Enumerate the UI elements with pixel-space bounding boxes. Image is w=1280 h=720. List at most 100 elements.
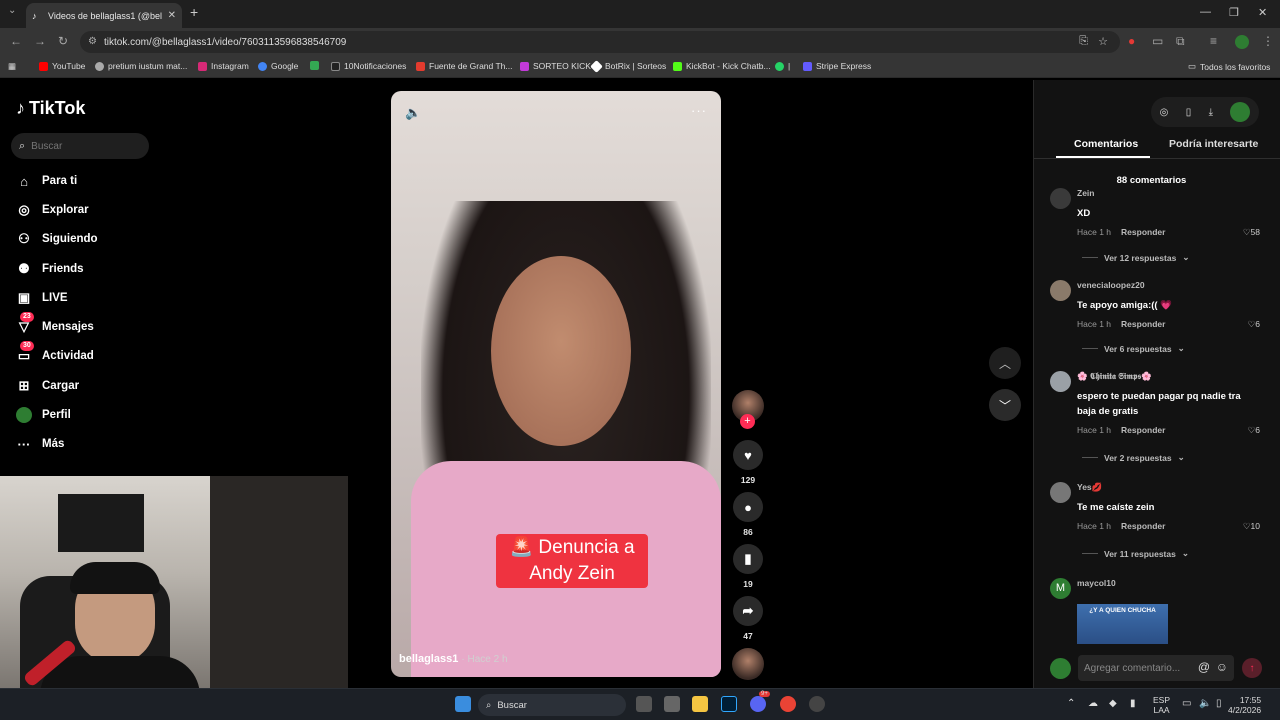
view-replies-button[interactable]: Ver 11 respuestas ⌄	[1082, 548, 1189, 559]
language-indicator[interactable]: ESP LAA	[1153, 695, 1170, 715]
sidebar-item-actividad[interactable]: ▭ 30 Actividad	[16, 341, 94, 364]
app-icon[interactable]	[664, 696, 680, 712]
restore-icon[interactable]: ❐	[1229, 6, 1239, 19]
commenter-name[interactable]: Yes💋	[1077, 482, 1102, 493]
sidebar-item-cargar[interactable]: ⊞ Cargar	[16, 378, 80, 394]
sound-avatar-button[interactable]	[732, 648, 764, 680]
close-window-icon[interactable]: ✕	[1258, 6, 1267, 19]
profile-avatar-icon[interactable]	[1230, 102, 1251, 122]
reply-button[interactable]: Responder	[1121, 521, 1165, 531]
bookmark-sorteo-kick[interactable]: SORTEO KICK	[520, 61, 591, 71]
compass-icon[interactable]: ◎	[1160, 107, 1169, 118]
new-tab-icon[interactable]: +	[190, 4, 198, 20]
next-video-button[interactable]: ﹀	[989, 389, 1021, 421]
search-input[interactable]	[31, 140, 132, 152]
bookmark-x[interactable]: 10Notificaciones	[331, 61, 406, 71]
bookmark-instagram[interactable]: Instagram	[198, 61, 249, 71]
sidebar-item-para-ti[interactable]: ⌂ Para ti	[16, 173, 77, 189]
follow-plus-icon[interactable]: +	[740, 414, 755, 429]
tray-chevron-up-icon[interactable]: ⌃	[1067, 698, 1075, 709]
reload-icon[interactable]: ↻	[58, 34, 68, 48]
tab-comentarios[interactable]: Comentarios	[1074, 138, 1138, 150]
phone-icon[interactable]: ▯	[1186, 107, 1192, 118]
comment-like-button[interactable]: ♡58	[1243, 227, 1260, 238]
bookmark-youtube[interactable]: YouTube	[39, 61, 85, 71]
comment-like-button[interactable]: ♡6	[1248, 319, 1260, 330]
view-replies-button[interactable]: Ver 6 respuestas ⌄	[1082, 343, 1185, 354]
file-explorer-icon[interactable]	[692, 696, 708, 712]
share-button[interactable]: ➦ 47	[732, 596, 764, 641]
tray-mic-icon[interactable]: ▮	[1130, 698, 1136, 709]
previous-video-button[interactable]: ︿	[989, 347, 1021, 379]
extension-record-icon[interactable]: ●	[1128, 34, 1135, 48]
back-icon[interactable]: ←	[10, 34, 22, 48]
sidebar-item-perfil[interactable]: Perfil	[16, 407, 71, 423]
bookmark-stripe[interactable]: Stripe Express	[803, 61, 871, 71]
url-field[interactable]: ⚙ tiktok.com/@bellaglass1/video/76031135…	[80, 31, 1120, 53]
battery-icon[interactable]: ▯	[1216, 698, 1222, 709]
volume-icon[interactable]: 🔈	[405, 105, 421, 121]
commenter-avatar[interactable]	[1050, 371, 1071, 392]
chrome-menu-icon[interactable]: ⋮	[1262, 34, 1274, 48]
mention-icon[interactable]: @	[1198, 660, 1210, 674]
download-icon[interactable]: ⤓	[1209, 107, 1213, 118]
media-icon[interactable]: ≡	[1210, 34, 1217, 48]
bookmark-pinwheel[interactable]	[310, 61, 319, 70]
video-player[interactable]: 🔈 ··· 🚨 Denuncia a Andy Zein bellaglass1…	[391, 91, 721, 677]
windows-start-icon[interactable]	[455, 696, 471, 712]
commenter-avatar[interactable]	[1050, 188, 1071, 209]
network-icon[interactable]: ▭	[1182, 698, 1191, 709]
bookmark-google[interactable]: Google	[258, 61, 298, 71]
photoshop-icon[interactable]	[721, 696, 737, 712]
install-icon[interactable]: ⎘	[1079, 35, 1088, 48]
task-view-icon[interactable]	[636, 696, 652, 712]
tab-search-icon[interactable]: ⌄	[8, 5, 16, 16]
tab-podria-interesarte[interactable]: Podría interesarte	[1169, 138, 1258, 150]
taskbar-search[interactable]: ⌕ Buscar	[478, 694, 626, 716]
send-comment-button[interactable]: ↑	[1242, 658, 1262, 678]
bookmark-whatsapp[interactable]: |	[775, 61, 790, 71]
comment-like-button[interactable]: ♡10	[1243, 521, 1260, 532]
add-comment-field[interactable]: Agregar comentario... @ ☺	[1078, 655, 1234, 681]
video-author[interactable]: bellaglass1	[399, 653, 458, 665]
bookmark-pretium[interactable]: pretium iustum mat...	[95, 61, 187, 71]
emoji-icon[interactable]: ☺	[1216, 660, 1228, 674]
commenter-name[interactable]: venecialoopez20	[1077, 280, 1145, 290]
commenter-name[interactable]: maycol10	[1077, 578, 1116, 588]
sidebar-item-siguiendo[interactable]: ⚇ Siguiendo	[16, 231, 97, 247]
tray-app-icon[interactable]: ◆	[1109, 698, 1117, 709]
like-button[interactable]: ♥ 129	[732, 440, 764, 485]
commenter-avatar[interactable]: M	[1050, 578, 1071, 599]
site-info-icon[interactable]: ⚙	[88, 36, 97, 47]
video-more-icon[interactable]: ···	[691, 103, 707, 118]
commenter-name[interactable]: Zein	[1077, 188, 1094, 198]
browser-tab[interactable]: ♪ Videos de bellaglass1 (@bellaglass1) ✕	[26, 3, 182, 28]
clock[interactable]: 17:55 4/2/2026	[1228, 695, 1261, 715]
extensions-puzzle-icon[interactable]: ⧉	[1176, 34, 1185, 49]
sidebar-item-mas[interactable]: ··· Más	[16, 436, 65, 452]
view-replies-button[interactable]: Ver 2 respuestas ⌄	[1082, 452, 1185, 463]
sidebar-item-live[interactable]: ▣ LIVE	[16, 290, 68, 306]
search-box[interactable]: ⌕	[11, 133, 149, 159]
sidebar-item-mensajes[interactable]: ▽ 23 Mensajes	[16, 312, 94, 335]
bookmark-grand-theft[interactable]: Fuente de Grand Th...	[416, 61, 512, 71]
reply-button[interactable]: Responder	[1121, 425, 1165, 435]
discord-icon[interactable]: 9+	[750, 691, 770, 712]
commenter-name[interactable]: 🌸 𝕮𝖍𝖎𝖓𝖎𝖙𝖆 𝕾𝖎𝖒𝖕𝖘🌸	[1077, 371, 1152, 382]
comment-like-button[interactable]: ♡6	[1248, 425, 1260, 436]
comment-meme-image[interactable]: ¿Y A QUIEN CHUCHA	[1077, 604, 1168, 644]
save-button[interactable]: ▮ 19	[732, 544, 764, 589]
close-tab-icon[interactable]: ✕	[168, 10, 176, 21]
app-icon[interactable]	[809, 696, 825, 712]
tiktok-logo[interactable]: ♪ TikTok	[16, 98, 85, 119]
profile-avatar-icon[interactable]	[1235, 35, 1249, 49]
forward-icon[interactable]: →	[34, 34, 46, 48]
all-favorites[interactable]: ▭ Todos los favoritos	[1188, 61, 1270, 72]
view-replies-button[interactable]: Ver 12 respuestas ⌄	[1082, 252, 1189, 263]
bookmark-kickbot[interactable]: KickBot - Kick Chatb...	[673, 61, 771, 71]
apps-grid-icon[interactable]: ▦	[8, 61, 16, 72]
comment-button[interactable]: ● 86	[732, 492, 764, 537]
commenter-avatar[interactable]	[1050, 280, 1071, 301]
sidebar-item-friends[interactable]: ⚉ Friends	[16, 261, 83, 277]
reply-button[interactable]: Responder	[1121, 227, 1165, 237]
